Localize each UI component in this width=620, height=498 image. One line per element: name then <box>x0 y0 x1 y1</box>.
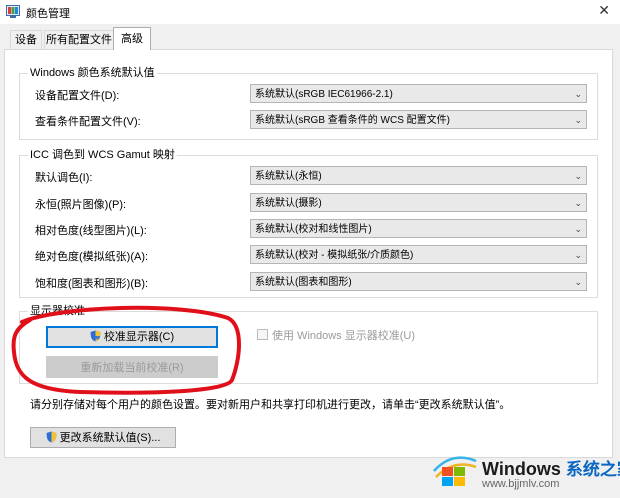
absolute-colorimetric-value: 系统默认(校对 - 模拟纸张/介质颜色) <box>255 250 414 261</box>
uac-shield-icon <box>90 330 101 342</box>
calibrate-display-label: 校准显示器(C) <box>103 331 175 343</box>
chevron-down-icon: ⌄ <box>574 171 582 181</box>
windows-logo-icon <box>433 456 477 486</box>
default-rendering-label: 默认调色(I): <box>35 172 93 184</box>
chevron-down-icon: ⌄ <box>574 89 582 99</box>
saturation-value: 系统默认(图表和图形) <box>255 277 352 288</box>
title-bar: 颜色管理 ✕ <box>0 0 620 24</box>
saturation-label: 饱和度(图表和图形)(B): <box>35 278 149 290</box>
use-windows-calibration-checkbox[interactable] <box>257 329 268 340</box>
footer-note: 请分别存储对每个用户的颜色设置。要对新用户和共享打印机进行更改，请单击“更改系统… <box>30 399 511 411</box>
chevron-down-icon: ⌄ <box>574 277 582 287</box>
tab-all-profiles[interactable]: 所有配置文件 <box>44 30 114 50</box>
viewing-conditions-value: 系统默认(sRGB 查看条件的 WCS 配置文件) <box>255 115 450 126</box>
relative-colorimetric-select[interactable]: 系统默认(校对和线性图片) ⌄ <box>250 219 587 238</box>
relative-colorimetric-label: 相对色度(线型图片)(L): <box>35 225 147 237</box>
watermark-logo: Windows 系统之家 www.bjjmlv.com <box>430 445 620 498</box>
tab-strip: 设备 所有配置文件 高级 <box>0 27 620 50</box>
calibration-legend: 显示器校准 <box>30 305 85 317</box>
viewing-conditions-select[interactable]: 系统默认(sRGB 查看条件的 WCS 配置文件) ⌄ <box>250 110 587 129</box>
chevron-down-icon: ⌄ <box>574 198 582 208</box>
device-profile-label: 设备配置文件(D): <box>35 90 120 102</box>
default-rendering-value: 系统默认(永恒) <box>255 171 322 182</box>
absolute-colorimetric-label: 绝对色度(模拟纸张)(A): <box>35 251 149 263</box>
watermark-url: www.bjjmlv.com <box>482 478 560 490</box>
change-system-defaults-label: 更改系统默认值(S)... <box>59 432 161 444</box>
tab-devices[interactable]: 设备 <box>10 30 42 50</box>
perceptual-value: 系统默认(摄影) <box>255 198 322 209</box>
watermark-brand: Windows 系统之家 <box>482 459 620 479</box>
viewing-conditions-label: 查看条件配置文件(V): <box>35 116 141 128</box>
saturation-select[interactable]: 系统默认(图表和图形) ⌄ <box>250 272 587 291</box>
absolute-colorimetric-select[interactable]: 系统默认(校对 - 模拟纸张/介质颜色) ⌄ <box>250 245 587 264</box>
chevron-down-icon: ⌄ <box>574 115 582 125</box>
tab-advanced[interactable]: 高级 <box>113 27 151 50</box>
device-profile-select[interactable]: 系统默认(sRGB IEC61966-2.1) ⌄ <box>250 84 587 103</box>
reload-calibration-button[interactable]: 重新加载当前校准(R) <box>46 356 218 378</box>
window-title: 颜色管理 <box>26 8 70 20</box>
device-profile-value: 系统默认(sRGB IEC61966-2.1) <box>255 89 393 100</box>
chevron-down-icon: ⌄ <box>574 224 582 234</box>
use-windows-calibration-label: 使用 Windows 显示器校准(U) <box>272 330 416 342</box>
chevron-down-icon: ⌄ <box>574 250 582 260</box>
relative-colorimetric-value: 系统默认(校对和线性图片) <box>255 224 372 235</box>
color-management-app-icon <box>6 5 20 18</box>
windows-defaults-legend: Windows 颜色系统默认值 <box>30 67 155 79</box>
perceptual-label: 永恒(照片图像)(P): <box>35 199 127 211</box>
calibrate-display-button[interactable]: 校准显示器(C) <box>46 326 218 348</box>
change-system-defaults-button[interactable]: 更改系统默认值(S)... <box>30 427 176 448</box>
perceptual-select[interactable]: 系统默认(摄影) ⌄ <box>250 193 587 212</box>
uac-shield-icon <box>46 431 57 443</box>
icc-mapping-legend: ICC 调色到 WCS Gamut 映射 <box>30 149 175 161</box>
close-icon[interactable]: ✕ <box>598 2 610 19</box>
default-rendering-select[interactable]: 系统默认(永恒) ⌄ <box>250 166 587 185</box>
